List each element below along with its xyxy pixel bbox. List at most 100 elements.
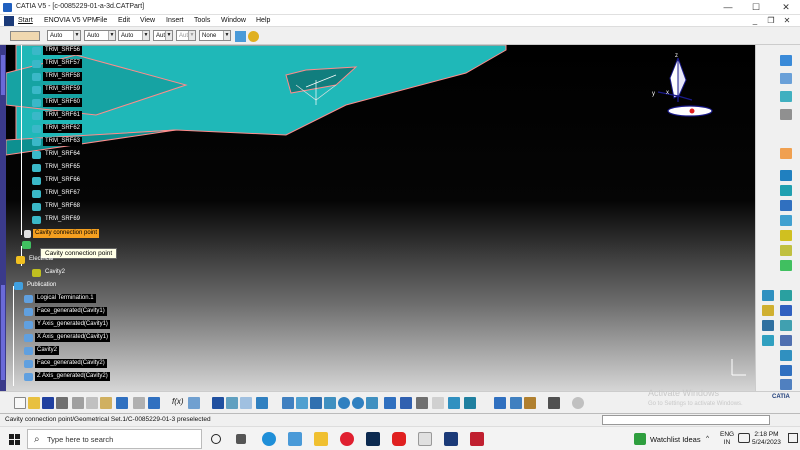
tree-item-trm-srf57[interactable]: TRM_SRF57 [32, 59, 83, 69]
catalog-icon[interactable] [212, 397, 224, 409]
watchlist-ideas[interactable]: Watchlist Ideas [650, 435, 701, 444]
notifications-icon[interactable] [788, 433, 798, 443]
menu-file[interactable]: File [96, 17, 107, 24]
views-icon[interactable] [384, 397, 396, 409]
tool-icon[interactable] [780, 305, 792, 316]
tree-item-trm-srf62[interactable]: TRM_SRF62 [32, 124, 83, 134]
close-button[interactable]: ✕ [776, 1, 796, 13]
tree-item-trm-srf65[interactable]: TRM_SRF65 [32, 163, 82, 173]
hide-show-icon[interactable] [416, 397, 428, 409]
tree-item-publication[interactable]: Publication [14, 281, 58, 291]
tree-item-trm-srf59[interactable]: TRM_SRF59 [32, 85, 83, 95]
tree-item-cavity-connection-point[interactable]: Cavity connection point [24, 229, 100, 239]
wire-icon[interactable] [780, 245, 792, 256]
connector-icon[interactable] [780, 170, 792, 181]
photoshop-icon[interactable] [366, 432, 380, 446]
layer-combo[interactable]: None ▼ [199, 30, 231, 41]
measure-icon[interactable] [762, 305, 774, 316]
fit-all-icon[interactable] [296, 397, 308, 409]
formula-icon[interactable]: f(x) [172, 397, 184, 406]
tree-item-trm-srf60[interactable]: TRM_SRF60 [32, 98, 83, 108]
3d-viewport[interactable]: z y x [6, 45, 755, 391]
command-input[interactable] [602, 415, 770, 425]
contact-icon[interactable] [780, 215, 792, 226]
color-swatch[interactable] [10, 31, 40, 41]
wireframe-icon[interactable] [780, 109, 792, 120]
webcam-icon[interactable] [548, 397, 560, 409]
tree-item-trm-srf69[interactable]: TRM_SRF69 [32, 215, 82, 225]
surface-icon[interactable] [780, 91, 792, 102]
tree-icon[interactable] [226, 397, 238, 409]
linetype-combo[interactable]: Auto ▼ [118, 30, 150, 41]
language-indicator[interactable]: ENG IN [720, 431, 734, 447]
tree-item-z-axis-cavity2[interactable]: Z Axis_generated(Cavity2) [24, 372, 110, 382]
part-geometry[interactable] [6, 45, 755, 391]
tree-item-logical-termination[interactable]: Logical Termination.1 [24, 294, 96, 304]
watchlist-icon[interactable] [634, 433, 646, 445]
menu-view[interactable]: View [140, 17, 155, 24]
swap-space-icon[interactable] [432, 397, 444, 409]
measure-inertia-icon[interactable] [524, 397, 536, 409]
catia-taskbar-icon[interactable] [418, 432, 432, 446]
electrical-icon[interactable] [780, 230, 792, 241]
tree-item-trm-srf66[interactable]: TRM_SRF66 [32, 176, 82, 186]
tray-chevron-icon[interactable]: ^ [706, 435, 709, 443]
tree-item-cavity2[interactable]: Cavity2 [32, 268, 67, 278]
zoom-out-icon[interactable] [352, 397, 364, 409]
rendering-style-combo[interactable]: Aut ▼ [176, 30, 196, 41]
menu-help[interactable]: Help [256, 17, 270, 24]
reframe-icon[interactable] [494, 397, 506, 409]
edge-icon[interactable] [262, 432, 276, 446]
scroll-thumb[interactable] [1, 55, 5, 95]
tree-item-trm-srf56[interactable]: TRM_SRF56 [32, 46, 83, 56]
windows-start-icon[interactable] [9, 434, 20, 445]
tool-icon[interactable] [780, 350, 792, 361]
refresh-icon[interactable] [572, 397, 584, 409]
tree-item-trm-srf63[interactable]: TRM_SRF63 [32, 137, 83, 147]
task-view-icon[interactable] [236, 434, 246, 444]
plug-icon[interactable] [780, 260, 792, 271]
fly-icon[interactable] [282, 397, 294, 409]
tree-item-geometry-node[interactable] [22, 241, 33, 251]
maximize-button[interactable]: ☐ [746, 1, 766, 13]
line-thickness-combo[interactable]: Auto ▼ [84, 30, 116, 41]
youtube-icon[interactable] [392, 432, 406, 446]
store-icon[interactable] [288, 432, 302, 446]
print-icon[interactable] [56, 397, 68, 409]
menu-enovia[interactable]: ENOVIA V5 VPM [44, 17, 98, 24]
tree-item-electrical[interactable]: Electrical [16, 255, 55, 265]
new-icon[interactable] [14, 397, 26, 409]
point-symbol-combo[interactable]: Aut ▼ [153, 30, 173, 41]
app-icon[interactable] [470, 432, 484, 446]
menu-insert[interactable]: Insert [166, 17, 184, 24]
tree-item-trm-srf61[interactable]: TRM_SRF61 [32, 111, 83, 121]
undo-icon[interactable] [116, 397, 128, 409]
redo-icon[interactable] [133, 397, 145, 409]
device-icon[interactable] [762, 335, 774, 346]
copy-icon[interactable] [86, 397, 98, 409]
save-icon[interactable] [42, 397, 54, 409]
tree-item-trm-srf67[interactable]: TRM_SRF67 [32, 189, 82, 199]
open-icon[interactable] [28, 397, 40, 409]
pan-icon[interactable] [310, 397, 322, 409]
zoom-in-icon[interactable] [338, 397, 350, 409]
menu-edit[interactable]: Edit [118, 17, 130, 24]
taskbar-search-box[interactable]: ⌕ Type here to search [27, 429, 202, 449]
select-icon[interactable] [780, 148, 792, 159]
mdi-restore-button[interactable]: ❐ [764, 16, 778, 26]
cortana-icon[interactable] [211, 434, 221, 444]
compass-widget[interactable]: z y x [650, 50, 720, 130]
workbench-icon[interactable] [780, 55, 792, 66]
table-icon[interactable] [256, 397, 268, 409]
tool-icon[interactable] [780, 320, 792, 331]
tool-icon[interactable] [780, 290, 792, 301]
cut-icon[interactable] [72, 397, 84, 409]
tree-item-trm-srf58[interactable]: TRM_SRF58 [32, 72, 83, 82]
link-icon[interactable] [762, 320, 774, 331]
graph-icon[interactable] [240, 397, 252, 409]
catia-v5-icon[interactable] [444, 432, 458, 446]
scroll-thumb-lower[interactable] [1, 285, 5, 380]
image-icon[interactable] [448, 397, 460, 409]
minimize-button[interactable]: — [718, 1, 738, 13]
tool-icon[interactable] [780, 365, 792, 376]
